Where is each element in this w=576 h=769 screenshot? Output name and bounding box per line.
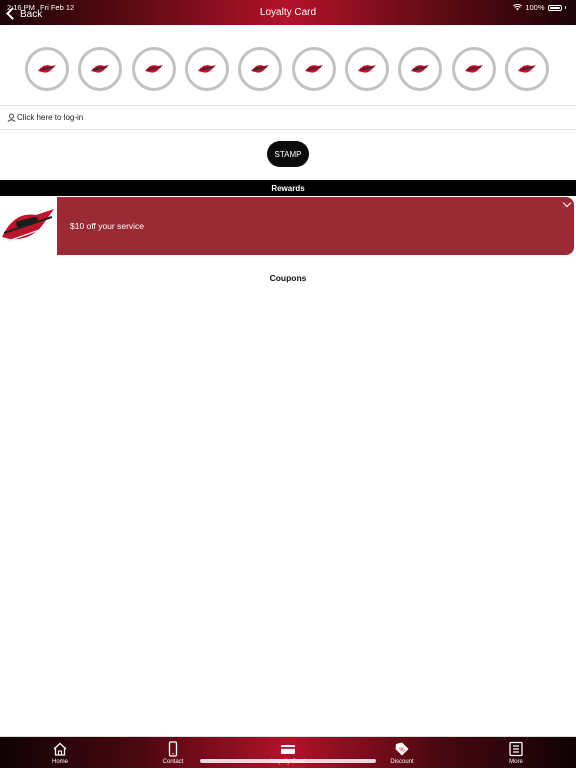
card-icon	[281, 745, 295, 754]
rewards-heading: Rewards	[0, 180, 576, 196]
stamp-button[interactable]: STAMP	[267, 141, 309, 167]
tab-label: Home	[51, 759, 68, 765]
phone-icon	[168, 741, 178, 757]
tab-more[interactable]: More	[486, 737, 546, 769]
tab-bar: Home Contact Loyalty Card % Discount Mor…	[0, 736, 576, 768]
chevron-down-icon	[562, 198, 572, 208]
coupons-heading: Coupons	[269, 273, 307, 283]
reward-body: $10 off your service	[57, 197, 574, 255]
tab-label: Contact	[162, 759, 184, 765]
stamp-slot-4[interactable]	[185, 47, 229, 91]
reward-text: $10 off your service	[70, 221, 145, 231]
tab-discount[interactable]: % Discount	[372, 737, 432, 769]
brand-logo-icon	[38, 65, 56, 73]
more-icon	[509, 741, 523, 757]
brand-logo-icon	[198, 65, 216, 73]
brand-logo-icon	[518, 65, 536, 73]
brand-logo-icon	[251, 65, 269, 73]
brand-logo-icon	[145, 65, 163, 73]
stamp-slot-1[interactable]	[25, 47, 69, 91]
stamp-slot-9[interactable]	[452, 47, 496, 91]
stamp-card	[0, 25, 576, 106]
home-indicator[interactable]	[200, 759, 376, 763]
tab-loyalty-card[interactable]: Loyalty Card	[258, 737, 318, 769]
stamp-slot-10[interactable]	[505, 47, 549, 91]
stamp-slot-7[interactable]	[345, 47, 389, 91]
brand-logo-icon	[305, 65, 323, 73]
stamp-slot-3[interactable]	[132, 47, 176, 91]
brand-logo-icon	[91, 65, 109, 73]
tag-icon: %	[395, 742, 409, 756]
brand-logo-icon	[411, 65, 429, 73]
login-label: Click here to log-in	[17, 112, 84, 122]
navigation-header: 2:16 PM Fri Feb 12 100% Back Loyalty Car…	[0, 0, 576, 25]
tab-contact[interactable]: Contact	[143, 737, 203, 769]
stamp-slot-8[interactable]	[398, 47, 442, 91]
user-icon	[7, 113, 16, 122]
stamp-slot-5[interactable]	[238, 47, 282, 91]
home-icon	[53, 742, 67, 756]
reward-item[interactable]: $10 off your service	[0, 197, 574, 255]
brand-logo-icon	[358, 65, 376, 73]
stamp-slot-2[interactable]	[78, 47, 122, 91]
tab-home[interactable]: Home	[30, 737, 90, 769]
brand-logo-icon	[465, 65, 483, 73]
login-link[interactable]: Click here to log-in	[0, 105, 576, 130]
tab-label: Discount	[390, 759, 414, 765]
svg-text:%: %	[399, 748, 405, 754]
page-title: Loyalty Card	[259, 7, 317, 18]
tab-label: More	[509, 759, 523, 765]
stamp-slot-6[interactable]	[292, 47, 336, 91]
brand-logo-icon	[0, 197, 57, 255]
